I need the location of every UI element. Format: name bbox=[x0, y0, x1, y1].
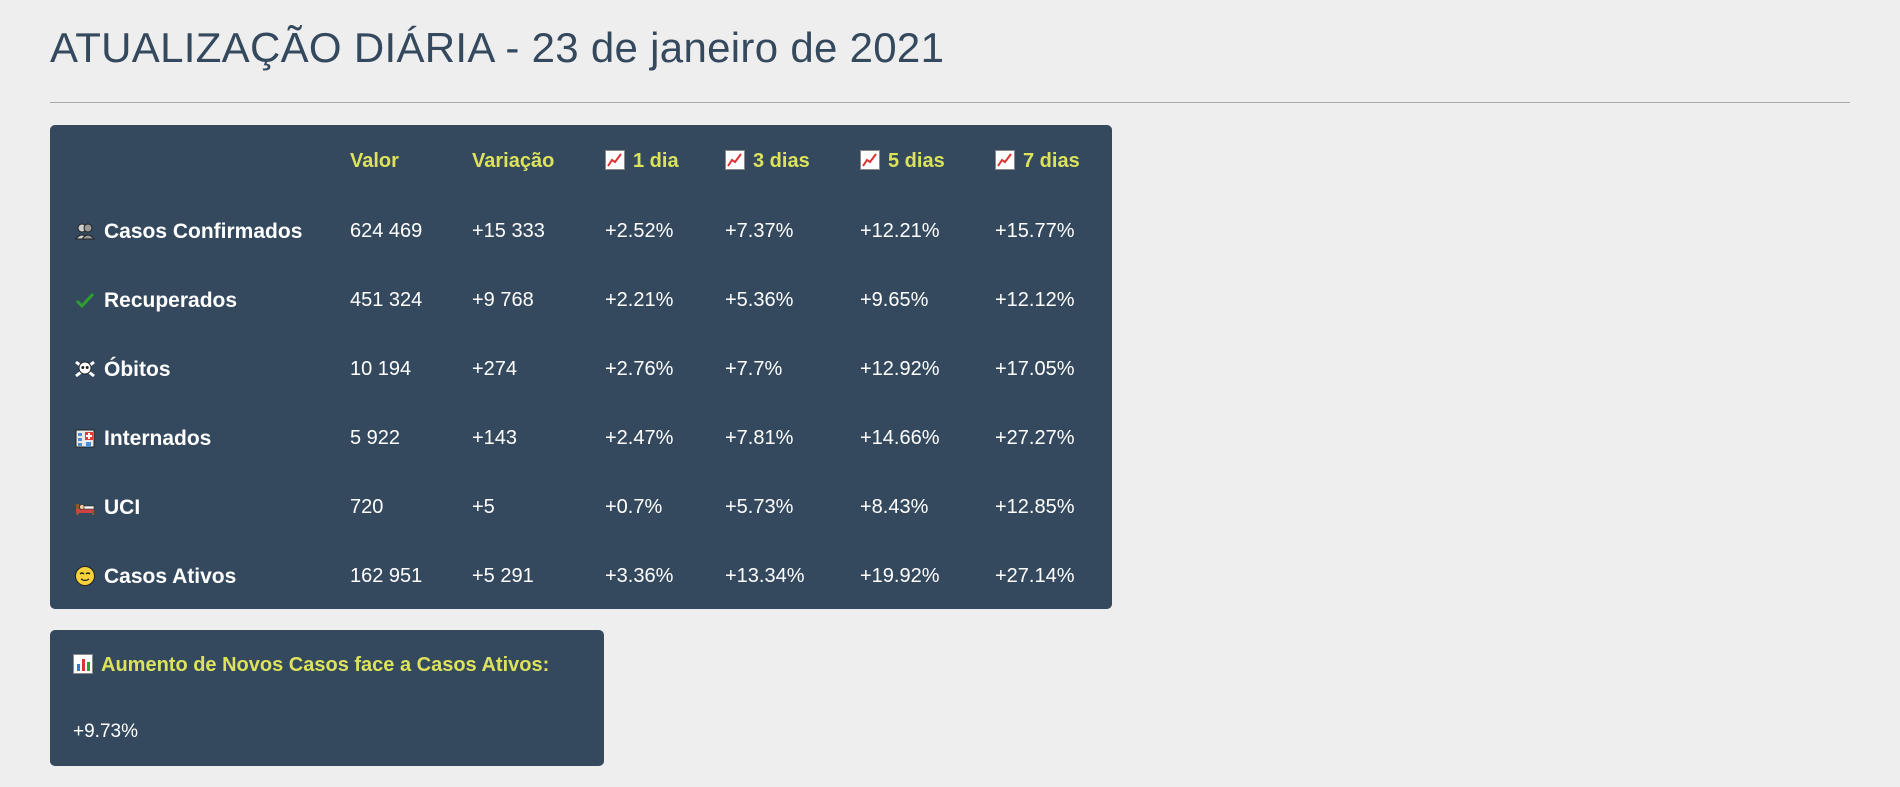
face-icon bbox=[74, 565, 96, 587]
row-label: Recuperados bbox=[104, 288, 238, 312]
cell-1-dia: +3.36% bbox=[605, 565, 674, 587]
cell-variacao: +5 291 bbox=[472, 565, 534, 587]
cell-7-dias: +17.05% bbox=[995, 358, 1075, 380]
cell-variacao: +274 bbox=[472, 358, 518, 380]
row-label: UCI bbox=[104, 495, 141, 519]
table-row-obitos: Óbitos 10 194 +274 +2.76% +7.7% +12.92% … bbox=[50, 335, 1112, 404]
header-7-dias: 7 dias bbox=[995, 125, 1112, 197]
summary-value: +9.73% bbox=[73, 721, 138, 742]
cell-valor: 5 922 bbox=[350, 427, 401, 449]
cell-3-dias: +7.81% bbox=[725, 427, 794, 449]
cell-7-dias: +27.14% bbox=[995, 565, 1075, 587]
table-row-uci: UCI 720 +5 +0.7% +5.73% +8.43% +12.85% bbox=[50, 473, 1112, 542]
summary-card: Aumento de Novos Casos face a Casos Ativ… bbox=[50, 630, 604, 766]
chart-increasing-icon bbox=[860, 149, 880, 170]
stats-table: Valor Variação 1 dia 3 dias 5 dias 7 dia… bbox=[50, 125, 1112, 611]
cell-1-dia: +2.76% bbox=[605, 358, 674, 380]
summary-title-label: Aumento de Novos Casos face a Casos Ativ… bbox=[101, 654, 550, 676]
table-row-casos-ativos: Casos Ativos 162 951 +5 291 +3.36% +13.3… bbox=[50, 542, 1112, 611]
header-3-dias-label: 3 dias bbox=[753, 149, 810, 172]
row-label-cell: Casos Confirmados bbox=[50, 197, 350, 266]
cell-3-dias: +13.34% bbox=[725, 565, 805, 587]
cell-3-dias: +5.36% bbox=[725, 289, 794, 311]
page-title: ATUALIZAÇÃO DIÁRIA - 23 de janeiro de 20… bbox=[50, 24, 945, 71]
bar-chart-icon bbox=[73, 654, 93, 674]
cell-1-dia: +2.47% bbox=[605, 427, 674, 449]
people-icon bbox=[74, 220, 96, 242]
header-7-dias-label: 7 dias bbox=[1023, 149, 1080, 172]
cell-5-dias: +12.92% bbox=[860, 358, 940, 380]
cell-7-dias: +12.85% bbox=[995, 496, 1075, 518]
cell-variacao: +5 bbox=[472, 496, 495, 518]
cell-valor: 451 324 bbox=[350, 289, 423, 311]
row-label: Óbitos bbox=[104, 357, 171, 381]
header-5-dias-label: 5 dias bbox=[888, 149, 945, 172]
cell-valor: 720 bbox=[350, 496, 384, 518]
row-label: Internados bbox=[104, 426, 212, 450]
row-label-cell: Internados bbox=[50, 404, 350, 473]
row-label-cell: UCI bbox=[50, 473, 350, 542]
header-5-dias: 5 dias bbox=[860, 125, 995, 197]
cell-1-dia: +2.21% bbox=[605, 289, 674, 311]
title-divider bbox=[50, 102, 1850, 103]
header-valor: Valor bbox=[350, 149, 399, 172]
cell-variacao: +143 bbox=[472, 427, 518, 449]
cell-5-dias: +9.65% bbox=[860, 289, 929, 311]
chart-increasing-icon bbox=[605, 149, 625, 170]
cell-3-dias: +7.7% bbox=[725, 358, 783, 380]
cell-1-dia: +0.7% bbox=[605, 496, 663, 518]
header-1-dia-label: 1 dia bbox=[633, 149, 679, 172]
cell-1-dia: +2.52% bbox=[605, 220, 674, 242]
cell-variacao: +9 768 bbox=[472, 289, 534, 311]
header-3-dias: 3 dias bbox=[725, 125, 860, 197]
table-row-internados: Internados 5 922 +143 +2.47% +7.81% +14.… bbox=[50, 404, 1112, 473]
cell-5-dias: +19.92% bbox=[860, 565, 940, 587]
cell-7-dias: +27.27% bbox=[995, 427, 1075, 449]
cell-valor: 10 194 bbox=[350, 358, 412, 380]
cell-7-dias: +12.12% bbox=[995, 289, 1075, 311]
cell-5-dias: +12.21% bbox=[860, 220, 940, 242]
cell-7-dias: +15.77% bbox=[995, 220, 1075, 242]
chart-increasing-icon bbox=[725, 149, 745, 170]
cell-3-dias: +5.73% bbox=[725, 496, 794, 518]
cell-valor: 162 951 bbox=[350, 565, 423, 587]
cell-variacao: +15 333 bbox=[472, 220, 545, 242]
table-row-recuperados: Recuperados 451 324 +9 768 +2.21% +5.36%… bbox=[50, 266, 1112, 335]
header-empty-cell bbox=[50, 125, 350, 197]
header-variacao: Variação bbox=[472, 149, 555, 172]
bed-icon bbox=[74, 496, 96, 518]
header-1-dia: 1 dia bbox=[605, 125, 725, 197]
row-label: Casos Confirmados bbox=[104, 219, 303, 243]
cell-3-dias: +7.37% bbox=[725, 220, 794, 242]
cell-valor: 624 469 bbox=[350, 220, 423, 242]
table-header-row: Valor Variação 1 dia 3 dias 5 dias 7 dia… bbox=[50, 125, 1112, 197]
cell-5-dias: +8.43% bbox=[860, 496, 929, 518]
table-row-casos-confirmados: Casos Confirmados 624 469 +15 333 +2.52%… bbox=[50, 197, 1112, 266]
chart-increasing-icon bbox=[995, 149, 1015, 170]
skull-crossbones-icon bbox=[74, 358, 96, 380]
row-label-cell: Óbitos bbox=[50, 335, 350, 404]
cell-5-dias: +14.66% bbox=[860, 427, 940, 449]
hospital-icon bbox=[74, 427, 96, 449]
summary-title: Aumento de Novos Casos face a Casos Ativ… bbox=[73, 654, 549, 677]
check-mark-icon bbox=[74, 289, 96, 311]
row-label-cell: Recuperados bbox=[50, 266, 350, 335]
row-label: Casos Ativos bbox=[104, 564, 237, 588]
stats-card: Valor Variação 1 dia 3 dias 5 dias 7 dia… bbox=[50, 125, 1112, 609]
row-label-cell: Casos Ativos bbox=[50, 542, 350, 611]
